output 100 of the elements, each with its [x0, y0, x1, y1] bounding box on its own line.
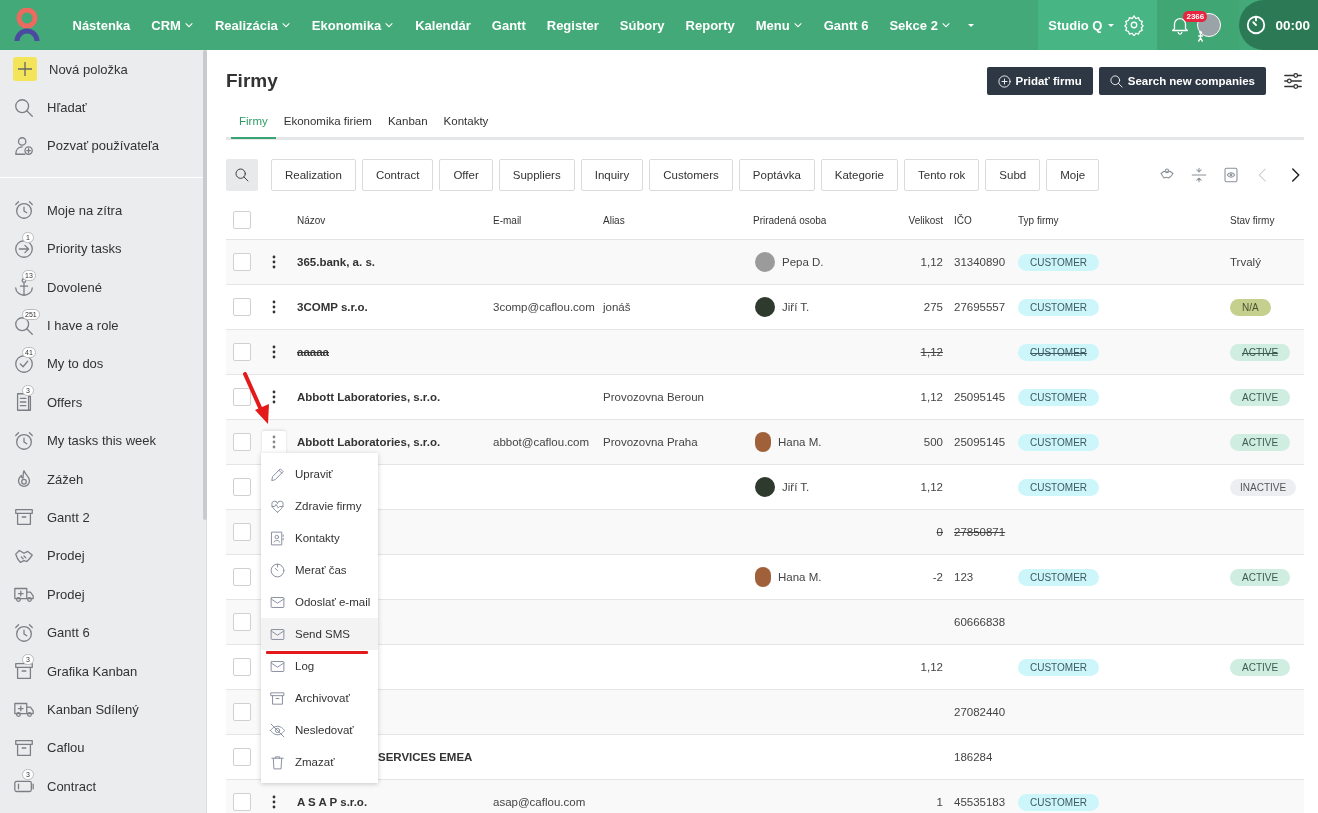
check-circle-icon: [13, 352, 35, 375]
row-checkbox[interactable]: [233, 298, 251, 316]
scrollbar[interactable]: [203, 50, 207, 520]
ico-cell: 27850871: [954, 526, 1006, 538]
sidebar-item[interactable]: Kanban Sdílený: [0, 690, 207, 729]
row-checkbox[interactable]: [233, 523, 251, 541]
column-header[interactable]: Stav firmy: [1230, 214, 1304, 226]
search-icon: [1108, 73, 1124, 89]
company-name[interactable]: Abbott Laboratories, s.r.o.: [297, 391, 441, 403]
type-tag: CUSTOMER: [1018, 253, 1100, 271]
context-menu-option[interactable]: Merať čas: [261, 554, 378, 586]
settings-sliders-icon: [1282, 70, 1304, 92]
filter-chip[interactable]: Subd: [985, 159, 1041, 191]
row-checkbox[interactable]: [233, 613, 251, 631]
context-menu-option[interactable]: Upraviť: [261, 458, 378, 490]
sidebar-action[interactable]: Pozvať používateľa: [0, 126, 207, 166]
plus-icon: [13, 57, 37, 82]
row-checkbox[interactable]: [233, 793, 251, 811]
row-checkbox[interactable]: [233, 253, 251, 271]
sidebar-item[interactable]: My tasks this week: [0, 421, 207, 460]
sidebar-item[interactable]: Gantt 6: [0, 613, 207, 652]
settings-icon: [1123, 14, 1146, 36]
ico-cell: 27695557: [954, 301, 1006, 313]
filter-chip[interactable]: Poptávka: [738, 159, 815, 191]
person-name: Pepa D.: [782, 256, 824, 268]
add-company-button[interactable]: Pridať firmu: [986, 67, 1093, 95]
row-checkbox[interactable]: [233, 343, 251, 361]
column-header[interactable]: Priradená osoba: [753, 214, 895, 226]
ico-cell: 27082440: [954, 706, 1006, 718]
company-name[interactable]: aaaaa: [297, 346, 329, 358]
column-header[interactable]: Velikost: [895, 214, 943, 226]
more-icon: [272, 795, 276, 809]
caret-icon[interactable]: [967, 21, 976, 29]
search-icon: [13, 314, 35, 337]
column-header[interactable]: IČO: [943, 214, 1018, 226]
context-menu-option[interactable]: Zdravie firmy: [261, 490, 378, 522]
sidebar-item[interactable]: Caflou: [0, 728, 207, 768]
row-checkbox[interactable]: [233, 748, 251, 766]
sidebar-item[interactable]: Moje na zítra: [0, 191, 207, 230]
size-cell: 1,12: [920, 661, 943, 673]
size-cell: 500: [923, 436, 943, 448]
company-name[interactable]: 3COMP s.r.o.: [297, 301, 368, 313]
row-checkbox[interactable]: [233, 568, 251, 586]
row-checkbox[interactable]: [233, 478, 251, 496]
user-plus-icon: [13, 134, 35, 157]
type-tag: CUSTOMER: [1018, 298, 1100, 316]
search-companies-button[interactable]: Search new companies: [1098, 67, 1266, 95]
column-header[interactable]: Typ firmy: [1018, 214, 1230, 226]
sidebar-action[interactable]: Nová položka: [0, 50, 207, 89]
context-menu-option[interactable]: Archivovať: [261, 682, 378, 714]
status-tag: ACTIVE: [1230, 433, 1291, 451]
context-menu-option[interactable]: Zmazať: [261, 746, 378, 778]
status-tag: N/A: [1230, 298, 1271, 316]
more-icon: [272, 390, 276, 404]
notification-count: 2366: [1183, 11, 1208, 22]
sidebar-item[interactable]: Prodej: [0, 536, 207, 576]
logo-icon[interactable]: [14, 8, 40, 42]
size-cell: 275: [923, 301, 943, 313]
filter-chip[interactable]: Customers: [649, 159, 733, 191]
filter-chip[interactable]: Moje: [1046, 159, 1100, 191]
sidebar-item[interactable]: Gantt 2: [0, 498, 207, 537]
type-tag: CUSTOMER: [1018, 793, 1100, 811]
ico-cell: 31340890: [954, 256, 1006, 268]
context-menu-option[interactable]: Log: [261, 650, 378, 682]
type-tag: CUSTOMER: [1018, 478, 1100, 496]
filter-chip[interactable]: Inquiry: [580, 159, 644, 191]
sidebar-item[interactable]: Prodej: [0, 575, 207, 614]
tab[interactable]: Kontakty: [435, 112, 497, 139]
row-checkbox[interactable]: [233, 658, 251, 676]
size-cell: 0: [936, 526, 943, 538]
filter-chip[interactable]: Suppliers: [498, 159, 575, 191]
company-name[interactable]: 365.bank, a. s.: [297, 256, 375, 268]
column-header[interactable]: Alias: [603, 214, 753, 226]
company-name[interactable]: A S A P s.r.o.: [297, 796, 368, 808]
tab[interactable]: Kanban: [379, 112, 436, 139]
search-button[interactable]: [226, 159, 258, 191]
size-cell: 1,12: [920, 346, 943, 358]
ico-cell: 25095145: [954, 436, 1006, 448]
row-checkbox[interactable]: [233, 703, 251, 721]
company-name[interactable]: Abbott Laboratories, s.r.o.: [297, 436, 441, 448]
more-icon: [272, 300, 276, 314]
context-menu-option[interactable]: Nesledovať: [261, 714, 378, 746]
filter-chip[interactable]: Tento rok: [904, 159, 980, 191]
type-tag: CUSTOMER: [1018, 388, 1100, 406]
email-cell: abbot@caflou.com: [493, 436, 590, 448]
sidebar-action[interactable]: Hľadať: [0, 88, 207, 127]
filter-chip[interactable]: Realization: [271, 159, 356, 191]
row-checkbox[interactable]: [233, 433, 251, 451]
context-menu-option[interactable]: Kontakty: [261, 522, 378, 554]
column-header[interactable]: E-mail: [493, 214, 603, 226]
filter-chip[interactable]: Kategorie: [820, 159, 898, 191]
contact-card-icon: [269, 529, 286, 547]
select-all-checkbox[interactable]: [233, 211, 251, 229]
tab[interactable]: Ekonomika firiem: [275, 112, 380, 139]
row-checkbox[interactable]: [233, 388, 251, 406]
filter-chip[interactable]: Contract: [361, 159, 434, 191]
sidebar-item[interactable]: Zážeh: [0, 459, 207, 499]
context-menu-option[interactable]: Odoslať e-mail: [261, 586, 378, 618]
column-header[interactable]: Názov: [297, 214, 493, 226]
filter-chip[interactable]: Offer: [439, 159, 493, 191]
